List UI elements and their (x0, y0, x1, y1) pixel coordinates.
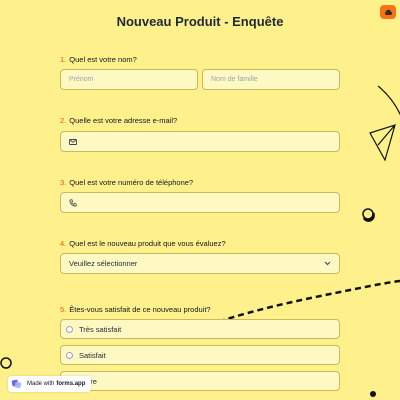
radio-button[interactable] (66, 325, 73, 333)
satisfaction-option-very-satisfied[interactable]: Très satisfait (60, 319, 340, 339)
question-text: Quel est le nouveau produit que vous éva… (69, 239, 226, 248)
product-select-value: Veuillez sélectionner (69, 259, 138, 268)
phone-field[interactable] (60, 192, 340, 213)
decorative-paper-plane (369, 124, 396, 162)
question-number: 3. (60, 178, 67, 187)
page-title: Nouveau Produit - Enquête (116, 14, 284, 29)
question-number: 2. (60, 116, 67, 125)
product-select[interactable]: Veuillez sélectionner (60, 253, 340, 274)
decorative-circle-right (362, 208, 374, 220)
question-5-label: 5. Êtes-vous satisfait de ce nouveau prod… (60, 305, 211, 314)
cloud-button[interactable] (380, 5, 396, 19)
decorative-circle-right-shadow (362, 212, 375, 222)
radio-button[interactable] (66, 351, 73, 359)
question-number: 5. (60, 305, 67, 314)
decorative-dot (370, 391, 376, 397)
last-name-placeholder: Nom de famille (211, 76, 258, 83)
last-name-field[interactable]: Nom de famille (202, 69, 340, 90)
decorative-circle-left (0, 357, 12, 369)
made-with-badge[interactable]: Made with forms.app (8, 376, 92, 392)
first-name-placeholder: Prénom (69, 76, 94, 83)
forms-app-logo-icon (11, 378, 23, 390)
badge-prefix: Made with (27, 381, 55, 387)
option-label: Satisfait (79, 350, 106, 360)
question-4-label: 4. Quel est le nouveau produit que vous é… (60, 239, 226, 248)
question-3-label: 3. Quel est votre numéro de téléphone? (60, 178, 193, 187)
question-text: Quel est votre nom? (69, 55, 137, 64)
question-number: 4. (60, 239, 67, 248)
question-text: Quelle est votre adresse e-mail? (69, 116, 178, 125)
question-2-label: 2. Quelle est votre adresse e-mail? (60, 116, 177, 125)
question-1-label: 1. Quel est votre nom? (60, 55, 137, 64)
envelope-icon (69, 138, 77, 145)
chevron-down-icon (324, 261, 331, 266)
satisfaction-option-other[interactable]: Autre (60, 371, 340, 391)
question-text: Quel est votre numéro de téléphone? (69, 178, 194, 187)
email-field[interactable] (60, 131, 340, 152)
question-text: Êtes-vous satisfait de ce nouveau produi… (69, 305, 211, 314)
satisfaction-option-satisfied[interactable]: Satisfait (60, 345, 340, 365)
option-label: Très satisfait (79, 324, 122, 334)
decorative-arc (377, 85, 400, 116)
first-name-field[interactable]: Prénom (60, 69, 198, 90)
question-number: 1. (60, 55, 67, 64)
cloud-icon (384, 9, 392, 15)
badge-brand: forms.app (56, 381, 86, 387)
phone-icon (69, 198, 77, 207)
